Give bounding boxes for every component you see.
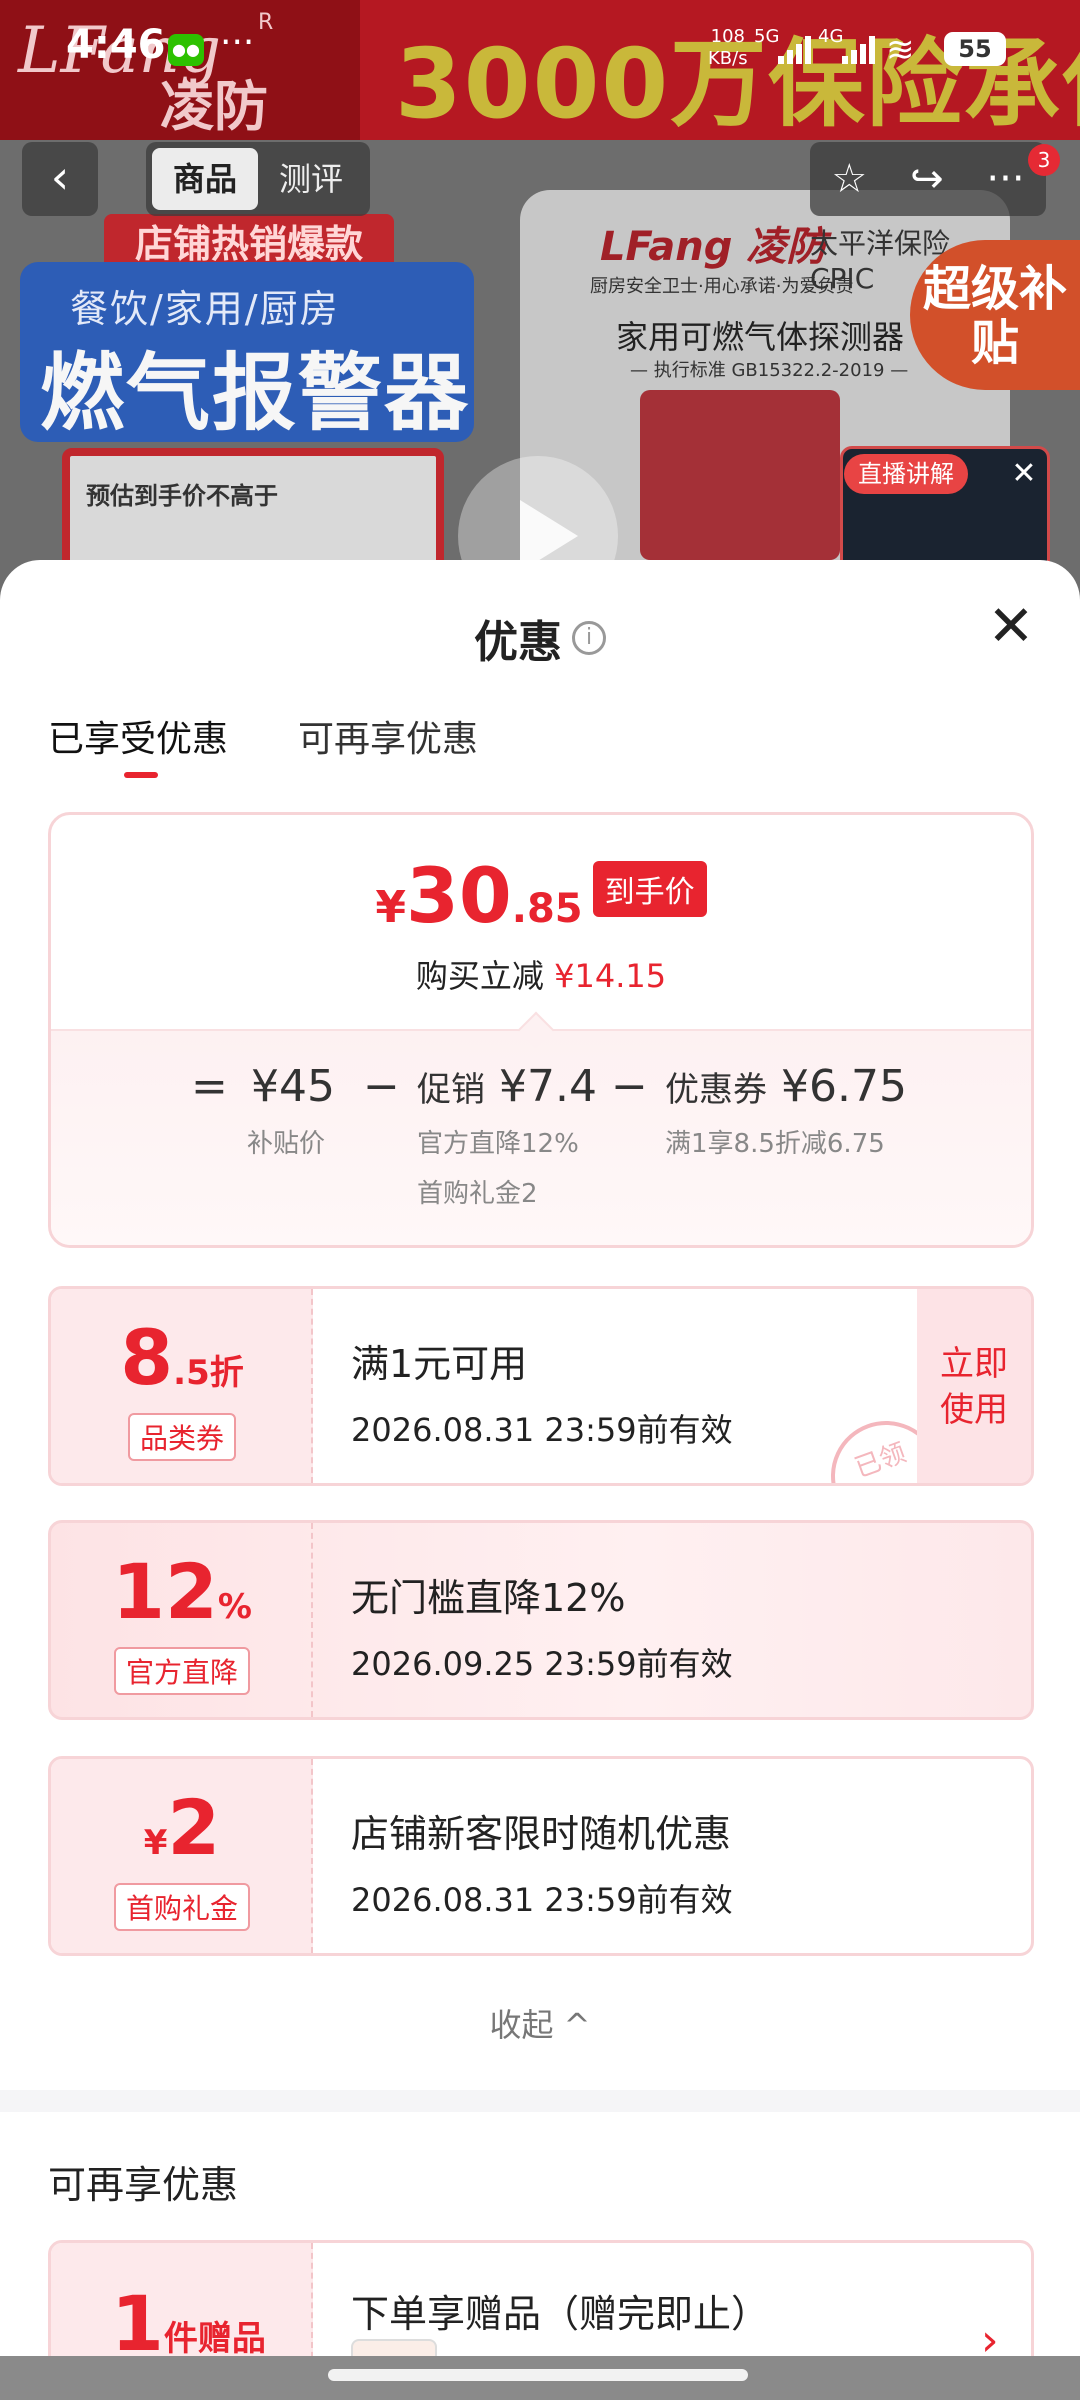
coupon-discount-value: ¥2 (51, 1783, 313, 1872)
coupon-amount: 优惠券 ¥6.75 (665, 1061, 907, 1112)
minus-sign-1: − (363, 1061, 400, 1112)
tab-more-discounts[interactable]: 可再享优惠 (298, 710, 478, 762)
nav-actions: ☆ ↪ ··· (810, 142, 1046, 216)
promo-detail-official: 官方直降12% (417, 1129, 579, 1159)
coupon-value-panel: 12% 官方直降 (51, 1523, 313, 1717)
coupon-expiry: 2026.08.31 23:59前有效 (351, 1881, 733, 1919)
coupon-value-suffix: % (217, 1587, 252, 1627)
gift-count-suffix: 件赠品 (163, 2319, 266, 2359)
coupon-value-number: 2 (167, 1783, 221, 1872)
tab-review[interactable]: 测评 (258, 148, 364, 210)
product-main-title: 燃气报警器 (40, 344, 471, 442)
info-icon[interactable]: i (572, 621, 606, 655)
more-discounts-title: 可再享优惠 (48, 2163, 239, 2207)
final-price: ¥30.85 到手价 (51, 851, 1031, 940)
minus-sign-2: − (611, 1061, 648, 1112)
coupon-discount-value: 8.5折 (51, 1313, 313, 1402)
network-5g-label: 5G (754, 26, 780, 47)
coupon-type-badge: 首购礼金 (113, 1883, 250, 1931)
coupon-type-badge: 品类券 (127, 1413, 236, 1461)
product-price-label: 预估到手价不高于 (86, 482, 278, 510)
price-breakdown: = ¥45 补贴价 − 促销 ¥7.4 官方直降12% 首购礼金2 − 优惠券 … (51, 1029, 1031, 1245)
device-brand: LFang 凌防 (600, 224, 827, 270)
promo-label: 促销 (417, 1070, 485, 1110)
live-close-icon[interactable]: ✕ (1004, 454, 1044, 494)
super-subsidy-badge: 超级补贴 (910, 240, 1080, 390)
wifi-icon: ≋ (886, 30, 915, 70)
discount-sheet: 优惠 i ✕ 已享受优惠 可再享优惠 ¥30.85 到手价 购买立减 ¥14.15 … (0, 560, 1080, 2400)
network-4g-label: 4G (818, 26, 844, 47)
status-bar: 4:46 ●● ··· 108 KB/s 5G 4G ≋ 55 (0, 0, 1080, 100)
device-slogan: 厨房安全卫士·用心承诺·为爱负责 (590, 276, 854, 297)
promo-value: ¥7.4 (499, 1061, 597, 1112)
signal-5g-icon (778, 34, 811, 64)
coupon-value-suffix: .5折 (173, 1353, 244, 1393)
saving-label: 购买立减 (415, 957, 544, 995)
tab-product[interactable]: 商品 (152, 148, 258, 210)
final-price-tag: 到手价 (592, 861, 707, 917)
product-tabs: 商品 测评 (146, 142, 370, 216)
gift-count: 1件赠品 (111, 2279, 266, 2368)
collapse-button[interactable]: 收起 ^ (0, 2000, 1080, 2046)
promo-amount: 促销 ¥7.4 (417, 1061, 597, 1112)
coupon-card-category: 8.5折 品类券 满1元可用 2026.08.31 23:59前有效 已领 立即… (48, 1286, 1034, 1486)
close-icon[interactable]: ✕ (986, 599, 1036, 655)
device-standard: — 执行标准 GB15322.2-2019 — (630, 360, 909, 381)
wechat-icon: ●● (168, 34, 204, 66)
price-summary-card: ¥30.85 到手价 购买立减 ¥14.15 = ¥45 补贴价 − 促销 ¥7.… (48, 812, 1034, 1248)
notification-badge: 3 (1028, 144, 1060, 176)
promo-detail-first-gift: 首购礼金2 (417, 1179, 538, 1209)
coupon-type-badge: 官方直降 (113, 1647, 250, 1695)
signal-4g-icon (842, 34, 875, 64)
equals-sign: = (191, 1061, 228, 1112)
coupon-discount-value: 12% (51, 1547, 313, 1636)
sheet-title-text: 优惠 (474, 617, 562, 668)
product-subtitle: 餐饮/家用/厨房 (70, 287, 340, 331)
gift-title: 下单享赠品（赠完即止） (351, 2292, 770, 2336)
home-indicator[interactable] (328, 2369, 748, 2381)
coupon-value: ¥6.75 (781, 1061, 907, 1112)
live-explain-tag: 直播讲解 (844, 454, 968, 494)
tab-enjoyed-discounts[interactable]: 已享受优惠 (48, 710, 228, 778)
more-notifications-icon: ··· (220, 22, 255, 63)
coupon-title: 店铺新客限时随机优惠 (351, 1812, 732, 1856)
device-name: 家用可燃气体探测器 (616, 318, 905, 356)
subsidy-price: ¥45 (251, 1061, 335, 1112)
coupon-detail: 满1享8.5折减6.75 (665, 1129, 885, 1159)
gift-count-number: 1 (111, 2279, 164, 2368)
back-button[interactable]: ‹ (22, 142, 98, 216)
status-time: 4:46 (66, 22, 166, 68)
coupon-value-panel: 8.5折 品类券 (51, 1289, 313, 1483)
coupon-value-panel: ¥2 首购礼金 (51, 1759, 313, 1953)
final-price-decimal: .85 (511, 886, 583, 932)
share-icon[interactable]: ↪ (910, 156, 944, 202)
coupon-expiry: 2026.08.31 23:59前有效 (351, 1411, 733, 1449)
battery-icon: 55 (944, 32, 1006, 66)
use-now-button[interactable]: 立即 使用 (917, 1289, 1031, 1483)
sheet-title: 优惠 i (0, 606, 1080, 670)
final-price-integer: 30 (406, 851, 512, 940)
coupon-value-number: 8 (120, 1313, 174, 1402)
saving-value: ¥14.15 (554, 957, 667, 995)
currency-symbol: ¥ (375, 882, 406, 933)
favorite-star-icon[interactable]: ☆ (831, 156, 867, 202)
instant-saving: 购买立减 ¥14.15 (51, 951, 1031, 997)
section-divider (0, 2090, 1080, 2112)
coupon-card-first-purchase: ¥2 首购礼金 店铺新客限时随机优惠 2026.08.31 23:59前有效 (48, 1756, 1034, 1956)
network-speed: 108 KB/s (708, 26, 748, 69)
device-grille (640, 390, 840, 560)
coupon-value-number: 12 (112, 1547, 218, 1636)
coupon-expiry: 2026.09.25 23:59前有效 (351, 1645, 733, 1683)
coupon-value-prefix: ¥ (143, 1823, 168, 1863)
coupon-title: 满1元可用 (351, 1342, 528, 1386)
discount-tabs: 已享受优惠 可再享优惠 (48, 710, 478, 778)
coupon-card-official-discount: 12% 官方直降 无门槛直降12% 2026.09.25 23:59前有效 (48, 1520, 1034, 1720)
more-icon[interactable]: ··· (986, 156, 1024, 202)
coupon-title: 无门槛直降12% (351, 1576, 626, 1620)
coupon-label: 优惠券 (665, 1070, 767, 1110)
subsidy-label: 补贴价 (247, 1129, 326, 1159)
